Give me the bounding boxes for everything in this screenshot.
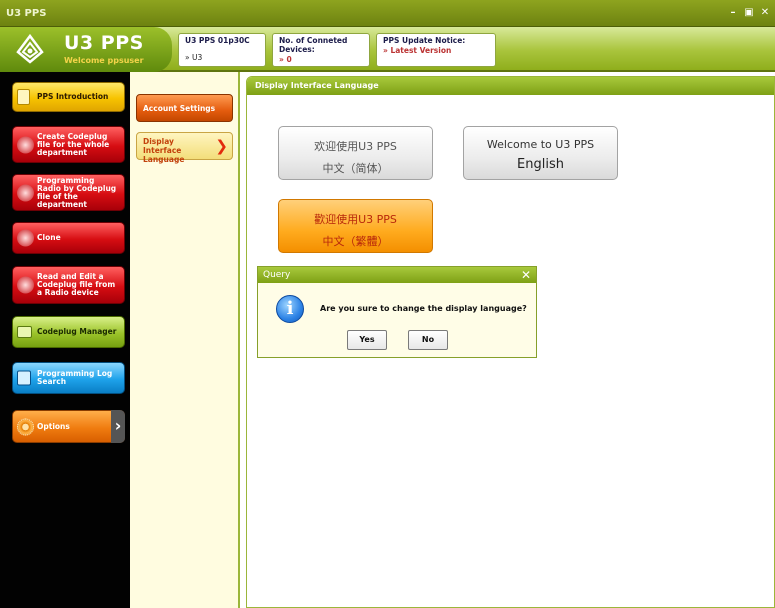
version-value: » U3: [185, 53, 203, 62]
nav-programming-radio[interactable]: Programming Radio by Codeplug file of th…: [12, 174, 125, 211]
nav-label: Programming Log Search: [37, 369, 113, 386]
nav-create-codeplug[interactable]: Create Codeplug file for the whole depar…: [12, 126, 125, 163]
window-title: U3 PPS: [6, 8, 47, 19]
lang-name: 中文（繁體）: [322, 235, 389, 248]
lang-name: English: [517, 157, 564, 172]
lang-traditional-chinese-button[interactable]: 歡迎使用U3 PPS 中文（繁體）: [278, 199, 433, 253]
devices-label: No. of Conneted Devices:: [279, 36, 348, 54]
yes-button[interactable]: Yes: [347, 330, 387, 350]
lang-name: 中文（简体）: [322, 162, 389, 175]
logo-area: U3 PPS Welcome ppsuser: [0, 27, 172, 72]
dialog-title-bar: Query ✕: [258, 267, 536, 283]
display-language-button[interactable]: Display Interface Language ❯: [136, 132, 233, 164]
nav-label: Create Codeplug file for the whole depar…: [37, 131, 110, 157]
left-nav: PPS Introduction Create Codeplug file fo…: [0, 72, 130, 608]
version-box: U3 PPS 01p30C » U3: [178, 33, 266, 67]
app-logo-icon: [16, 33, 44, 64]
version-label: U3 PPS 01p30C: [185, 36, 250, 45]
gear-icon: [17, 418, 34, 435]
app-name: U3 PPS: [64, 32, 144, 54]
radio-icon: [17, 136, 34, 153]
radio-icon: [17, 276, 34, 294]
nav-label: Read and Edit a Codeplug file from a Rad…: [37, 272, 116, 297]
minimize-button[interactable]: –: [727, 7, 739, 19]
clone-icon: [17, 229, 34, 247]
radio-icon: [17, 184, 34, 201]
nav-label: Programming Radio by Codeplug file of th…: [37, 175, 117, 209]
display-language-label: Display Interface Language: [143, 137, 185, 164]
dialog-title: Query: [263, 270, 291, 280]
nav-read-edit-codeplug[interactable]: Read and Edit a Codeplug file from a Rad…: [12, 266, 125, 304]
lang-welcome-text: 歡迎使用U3 PPS: [314, 213, 397, 226]
dialog-message: Are you sure to change the display langu…: [320, 304, 527, 313]
nav-label: Clone: [37, 233, 61, 242]
window-controls: – ▣ ✕: [727, 7, 771, 19]
query-dialog: Query ✕ i Are you sure to change the dis…: [257, 266, 537, 358]
app-header: U3 PPS Welcome ppsuser U3 PPS 01p30C » U…: [0, 27, 775, 72]
lang-welcome-text: 欢迎使用U3 PPS: [314, 140, 397, 153]
title-bar: U3 PPS – ▣ ✕: [0, 0, 775, 27]
no-button[interactable]: No: [408, 330, 448, 350]
info-icon: i: [276, 295, 304, 323]
lang-simplified-chinese-button[interactable]: 欢迎使用U3 PPS 中文（简体）: [278, 126, 433, 180]
close-window-button[interactable]: ✕: [759, 7, 771, 19]
update-label: PPS Update Notice:: [383, 36, 466, 45]
panel-title: Display Interface Language: [255, 81, 379, 90]
lang-welcome-text: Welcome to U3 PPS: [486, 138, 595, 151]
nav-clone[interactable]: Clone: [12, 222, 125, 254]
nav-pps-introduction[interactable]: PPS Introduction: [12, 82, 125, 112]
update-value: » Latest Version: [383, 46, 452, 55]
folder-icon: [17, 326, 32, 338]
devices-value: » 0: [279, 55, 292, 64]
account-settings-button[interactable]: Account Settings: [136, 94, 233, 122]
update-box: PPS Update Notice: » Latest Version: [376, 33, 496, 67]
nav-label: Codeplug Manager: [37, 327, 117, 336]
welcome-text: Welcome ppsuser: [64, 56, 144, 65]
chevron-right-icon: ❯: [215, 137, 228, 155]
document-icon: [17, 89, 30, 105]
devices-box: No. of Conneted Devices: » 0: [272, 33, 370, 67]
nav-codeplug-manager[interactable]: Codeplug Manager: [12, 316, 125, 348]
nav-label: PPS Introduction: [37, 92, 109, 101]
panel-header: Display Interface Language: [247, 77, 774, 95]
app-window: U3 PPS – ▣ ✕ U3 PPS Welcome ppsuser U3 P…: [0, 0, 775, 608]
nav-programming-log-search[interactable]: Programming Log Search: [12, 362, 125, 394]
sub-nav: Account Settings Display Interface Langu…: [130, 72, 240, 608]
lang-english-button[interactable]: Welcome to U3 PPS English: [463, 126, 618, 180]
chevron-right-icon: ›: [111, 410, 125, 443]
maximize-button[interactable]: ▣: [743, 7, 755, 19]
close-icon[interactable]: ✕: [521, 268, 531, 282]
nav-options[interactable]: Options ›: [12, 410, 125, 443]
log-search-icon: [17, 370, 31, 386]
nav-label: Options: [37, 421, 70, 431]
